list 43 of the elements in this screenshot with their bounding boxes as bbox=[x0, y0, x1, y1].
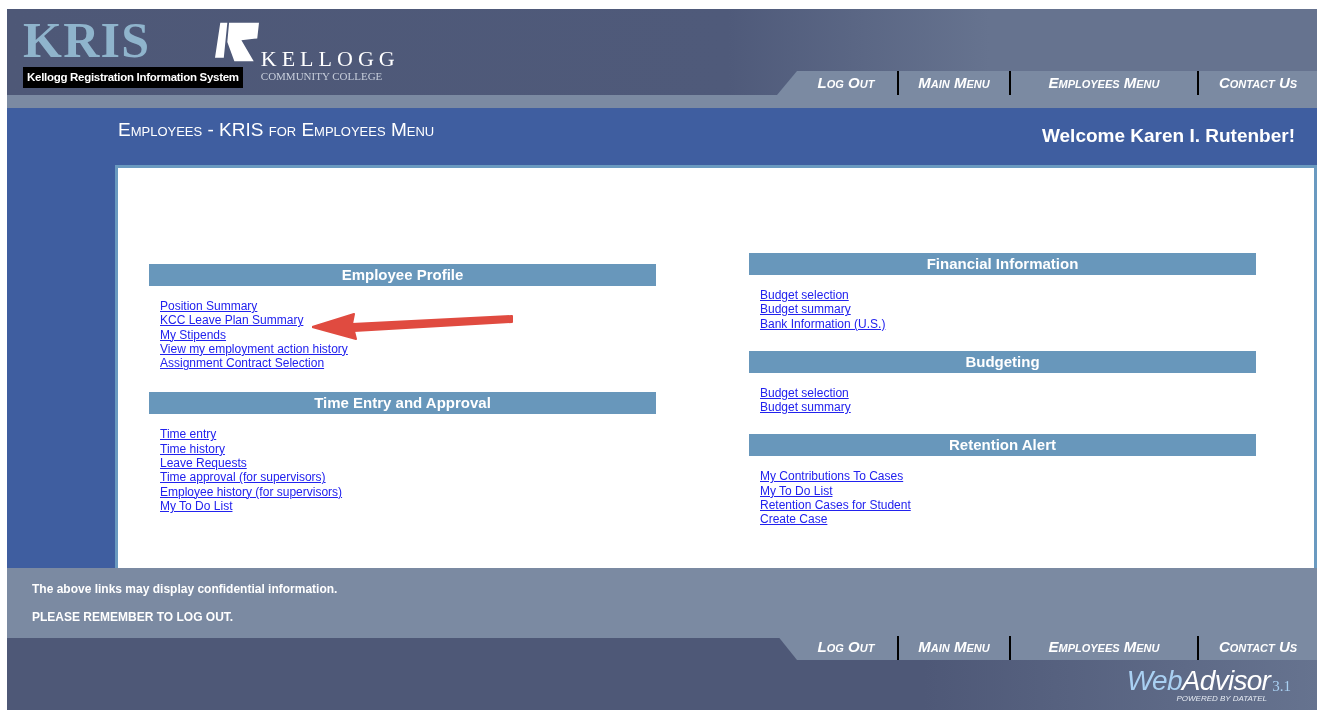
nav-link[interactable]: Employees Menu bbox=[1011, 636, 1197, 659]
nav-link[interactable]: Main Menu bbox=[899, 71, 1009, 95]
menu-link[interactable]: Time approval (for supervisors) bbox=[160, 470, 326, 485]
menu-link[interactable]: My To Do List bbox=[160, 498, 233, 514]
menu-link[interactable]: Budget selection bbox=[760, 288, 849, 303]
page-title: Employees - KRIS for Employees Menu bbox=[118, 118, 435, 143]
menu-link[interactable]: My Stipends bbox=[160, 327, 227, 342]
nav-link[interactable]: Contact Us bbox=[1199, 71, 1317, 95]
menu-link[interactable]: My Contributions To Cases bbox=[760, 469, 904, 484]
menu-link[interactable]: Bank Information (U.S.) bbox=[760, 316, 886, 331]
footer-note: PLEASE REMEMBER TO LOG OUT. bbox=[32, 610, 235, 624]
menu-link[interactable]: Time entry bbox=[160, 427, 217, 442]
menu-link[interactable]: Retention Cases for Student bbox=[760, 498, 911, 513]
college-name: KELLOGG bbox=[260, 48, 400, 70]
webadvisor-logo: WebAdvisor3.1 POWERED BY DATATEL bbox=[1126, 668, 1291, 703]
menu-link[interactable]: My To Do List bbox=[760, 483, 833, 499]
menu-link[interactable]: Budget summary bbox=[760, 400, 851, 415]
section-header: Financial Information bbox=[749, 253, 1256, 275]
welcome-message: Welcome Karen I. Rutenber! bbox=[1041, 124, 1295, 149]
college-subtitle: COMMUNITY COLLEGE bbox=[260, 70, 383, 83]
section-header: Employee Profile bbox=[149, 264, 656, 286]
logo-subtitle: Kellogg Registration Information System bbox=[23, 67, 243, 89]
logo-title: KRIS bbox=[23, 17, 151, 63]
menu-link[interactable]: KCC Leave Plan Summary bbox=[160, 313, 304, 328]
nav-link[interactable]: Log Out bbox=[795, 636, 897, 659]
menu-link[interactable]: Budget selection bbox=[760, 385, 849, 401]
nav-link[interactable]: Employees Menu bbox=[1011, 71, 1197, 95]
nav-link[interactable]: Log Out bbox=[795, 71, 897, 95]
menu-link[interactable]: Create Case bbox=[760, 512, 828, 527]
nav-link[interactable]: Contact Us bbox=[1199, 636, 1317, 659]
footer-note: The above links may display confidential information. bbox=[32, 582, 339, 596]
menu-link[interactable]: Position Summary bbox=[160, 299, 258, 314]
menu-link[interactable]: Assignment Contract Selection bbox=[160, 356, 325, 371]
section-header: Retention Alert bbox=[749, 434, 1256, 457]
section-header: Time Entry and Approval bbox=[149, 392, 656, 415]
menu-link[interactable]: View my employment action history bbox=[160, 341, 348, 357]
menu-link[interactable]: Leave Requests bbox=[160, 456, 247, 471]
menu-link[interactable]: Time history bbox=[160, 441, 225, 457]
college-logo-icon bbox=[214, 21, 259, 63]
menu-link[interactable]: Budget summary bbox=[760, 302, 851, 317]
nav-link[interactable]: Main Menu bbox=[899, 636, 1009, 659]
section-header: Budgeting bbox=[749, 350, 1256, 373]
menu-link[interactable]: Employee history (for supervisors) bbox=[160, 484, 343, 499]
